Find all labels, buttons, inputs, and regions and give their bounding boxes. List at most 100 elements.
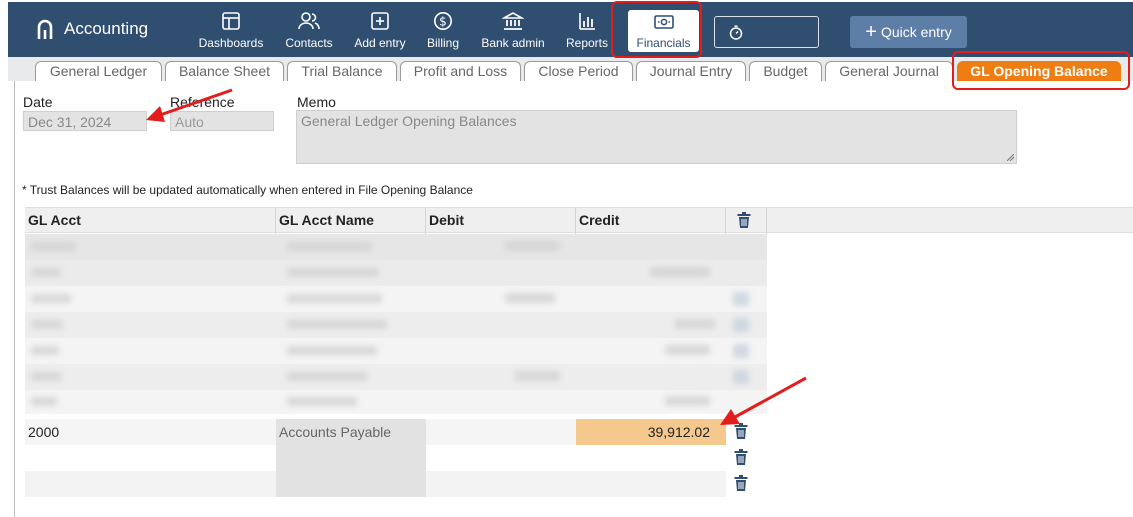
trash-icon[interactable] bbox=[737, 212, 751, 228]
grid-header: GL Acct GL Acct Name Debit Credit bbox=[25, 207, 1133, 234]
redacted-row bbox=[25, 312, 767, 338]
tab-close-period[interactable]: Close Period bbox=[524, 61, 633, 81]
redacted-block bbox=[31, 242, 76, 251]
date-field[interactable]: Dec 31, 2024 bbox=[23, 111, 147, 131]
redacted-block bbox=[733, 344, 749, 358]
redacted-block bbox=[31, 268, 61, 277]
add-entry-icon bbox=[351, 11, 409, 33]
table-row[interactable]: 2000 Accounts Payable 39,912.02 bbox=[25, 419, 767, 445]
trash-icon[interactable] bbox=[734, 475, 748, 491]
redacted-block bbox=[733, 292, 749, 306]
tab-budget[interactable]: Budget bbox=[749, 61, 822, 81]
contacts-icon bbox=[282, 11, 336, 33]
redacted-row bbox=[25, 338, 767, 364]
redacted-block bbox=[287, 320, 387, 329]
memo-label: Memo bbox=[297, 94, 336, 110]
dashboard-icon bbox=[197, 11, 265, 33]
bank-icon bbox=[479, 11, 547, 33]
nav-add-entry[interactable]: Add entry bbox=[351, 11, 409, 51]
redacted-block bbox=[287, 397, 357, 406]
nav-dashboards-label: Dashboards bbox=[198, 36, 264, 50]
redacted-block bbox=[31, 294, 71, 303]
nav-billing[interactable]: $ Billing bbox=[422, 11, 464, 51]
tab-trial-balance[interactable]: Trial Balance bbox=[287, 61, 397, 81]
svg-text:$: $ bbox=[439, 15, 447, 29]
redacted-row bbox=[25, 390, 767, 414]
cell-gl-acct-name: Accounts Payable bbox=[276, 419, 426, 445]
tab-profit-and-loss[interactable]: Profit and Loss bbox=[400, 61, 521, 81]
gl-opening-balance-highlight-box bbox=[952, 51, 1130, 90]
nav-reports[interactable]: Reports bbox=[564, 11, 610, 51]
cell-gl-acct-name bbox=[276, 471, 426, 497]
timer-button[interactable] bbox=[714, 16, 819, 48]
redacted-block bbox=[287, 294, 382, 303]
content-border bbox=[14, 81, 15, 517]
reference-field[interactable]: Auto bbox=[170, 111, 274, 131]
date-label: Date bbox=[23, 94, 53, 110]
cell-gl-acct[interactable] bbox=[25, 445, 276, 471]
nav-contacts[interactable]: Contacts bbox=[282, 11, 336, 51]
tab-general-journal[interactable]: General Journal bbox=[825, 61, 953, 81]
nav-billing-label: Billing bbox=[426, 36, 459, 50]
table-row[interactable] bbox=[25, 445, 767, 471]
stopwatch-icon bbox=[729, 25, 743, 40]
redacted-block bbox=[287, 346, 377, 355]
trash-icon[interactable] bbox=[734, 449, 748, 465]
memo-field[interactable]: General Ledger Opening Balances bbox=[296, 110, 1017, 164]
brand[interactable]: Accounting bbox=[36, 18, 148, 40]
redacted-row bbox=[25, 364, 767, 390]
plus-icon: + bbox=[865, 21, 877, 43]
redacted-block bbox=[505, 241, 560, 251]
trust-balance-note: * Trust Balances will be updated automat… bbox=[22, 183, 473, 197]
cell-gl-acct[interactable] bbox=[25, 471, 276, 497]
resize-handle-icon[interactable] bbox=[1007, 154, 1014, 161]
nav-bank-admin[interactable]: Bank admin bbox=[479, 11, 547, 51]
opening-balance-grid: GL Acct GL Acct Name Debit Credit 2000 A… bbox=[25, 207, 1133, 517]
tab-journal-entry[interactable]: Journal Entry bbox=[636, 61, 746, 81]
header-gl-acct: GL Acct bbox=[25, 208, 276, 234]
financials-highlight-box bbox=[611, 1, 702, 58]
header-gl-acct-name: GL Acct Name bbox=[276, 208, 426, 234]
redacted-block bbox=[31, 346, 59, 355]
redacted-block bbox=[650, 267, 710, 277]
cell-gl-acct[interactable]: 2000 bbox=[25, 419, 276, 445]
nav-reports-label: Reports bbox=[565, 36, 609, 50]
cell-credit[interactable] bbox=[576, 445, 726, 471]
redacted-block bbox=[31, 320, 63, 329]
app-logo-icon bbox=[37, 19, 53, 39]
trash-icon[interactable] bbox=[734, 423, 748, 439]
redacted-block bbox=[515, 371, 560, 381]
dollar-circle-icon: $ bbox=[422, 11, 464, 33]
redacted-row bbox=[25, 286, 767, 312]
redacted-block bbox=[733, 318, 749, 332]
tab-balance-sheet[interactable]: Balance Sheet bbox=[165, 61, 284, 81]
table-row[interactable] bbox=[25, 471, 767, 497]
tab-general-ledger[interactable]: General Ledger bbox=[35, 61, 162, 81]
header-debit: Debit bbox=[426, 208, 576, 234]
nav-add-entry-label: Add entry bbox=[354, 36, 406, 50]
redacted-block bbox=[505, 293, 555, 303]
redacted-row bbox=[25, 260, 767, 286]
header-credit: Credit bbox=[576, 208, 726, 234]
redacted-block bbox=[287, 268, 379, 277]
quick-entry-label: Quick entry bbox=[880, 24, 952, 40]
cell-credit[interactable]: 39,912.02 bbox=[576, 419, 726, 445]
cell-gl-acct-name bbox=[276, 445, 426, 471]
redacted-block bbox=[665, 345, 710, 355]
redacted-block bbox=[287, 372, 367, 381]
app-window: Accounting Dashboards Contacts Add entry… bbox=[0, 0, 1133, 517]
cell-debit[interactable] bbox=[426, 419, 576, 445]
redacted-block bbox=[665, 396, 710, 406]
redacted-row bbox=[25, 234, 767, 260]
redacted-block bbox=[287, 242, 372, 251]
app-title: Accounting bbox=[64, 19, 149, 38]
nav-bank-admin-label: Bank admin bbox=[481, 36, 545, 50]
cell-debit[interactable] bbox=[426, 471, 576, 497]
memo-text: General Ledger Opening Balances bbox=[301, 113, 517, 129]
cell-debit[interactable] bbox=[426, 445, 576, 471]
redacted-block bbox=[733, 370, 749, 384]
top-navigation-bar: Accounting Dashboards Contacts Add entry… bbox=[8, 2, 1133, 57]
nav-dashboards[interactable]: Dashboards bbox=[197, 11, 265, 51]
cell-credit[interactable] bbox=[576, 471, 726, 497]
quick-entry-button[interactable]: + Quick entry bbox=[850, 16, 967, 48]
